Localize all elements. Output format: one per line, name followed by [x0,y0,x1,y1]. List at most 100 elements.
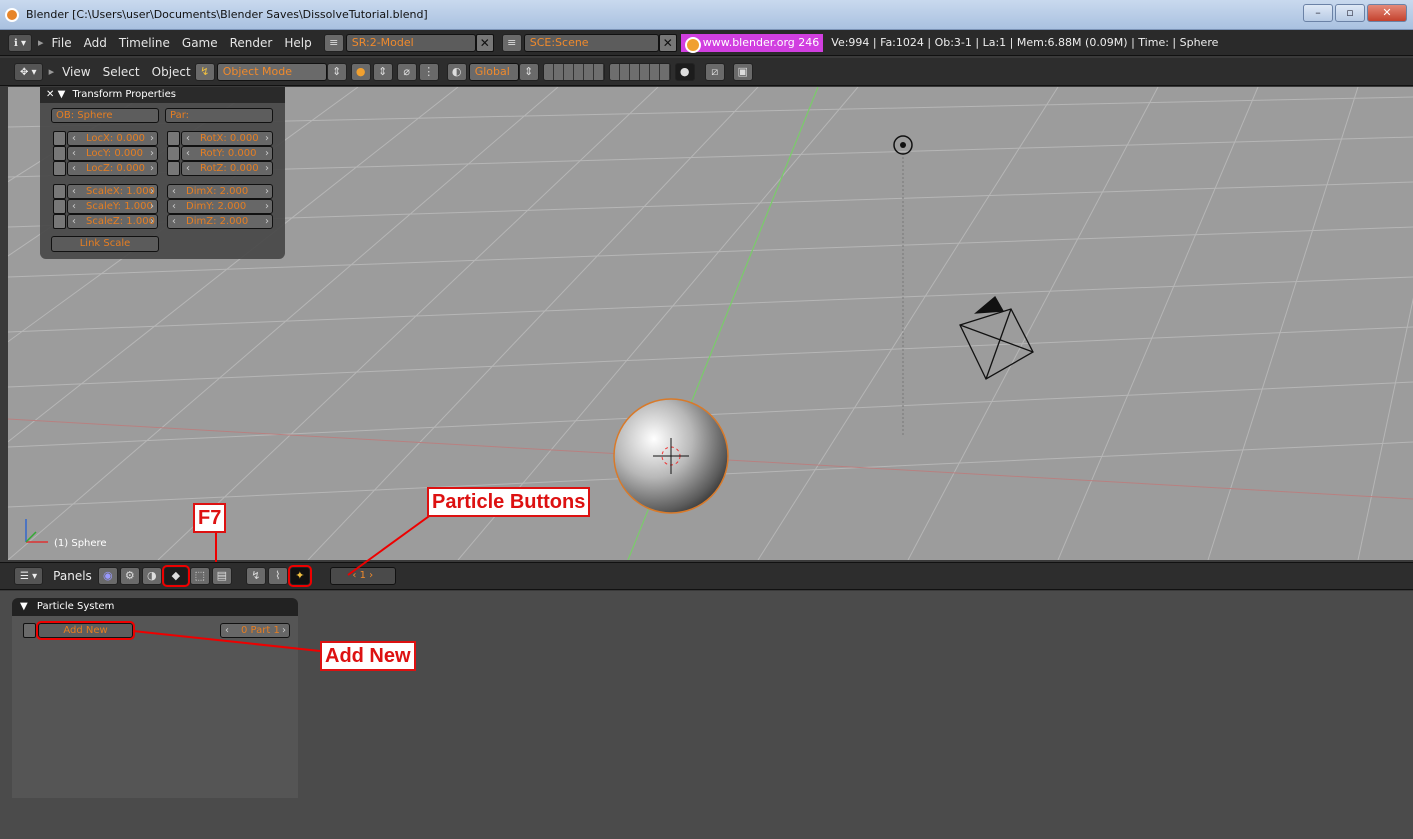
dimy-field[interactable]: DimY: 2.000 [167,199,273,214]
pivot-icon[interactable]: ⇕ [372,62,393,81]
maximize-button[interactable]: ▫ [1335,4,1365,22]
panels-label[interactable]: Panels [53,569,92,583]
menu-file[interactable]: File [52,36,72,50]
layer-buttons-group-1[interactable] [542,62,605,81]
menu-help[interactable]: Help [284,36,311,50]
lamp-object[interactable] [893,135,913,437]
blender-logo-icon [5,8,19,22]
screen-browse-button[interactable]: ≡ [323,33,344,52]
lock-scalex-icon[interactable] [53,184,66,199]
roty-field[interactable]: RotY: 0.000 [181,146,273,161]
parent-field[interactable]: Par: [165,108,273,123]
particle-system-index-field[interactable]: 0 Part 1 [220,623,290,638]
transform-panel-title: Transform Properties [72,89,176,100]
scalez-field[interactable]: ScaleZ: 1.000 [67,214,158,229]
particle-browse-icon[interactable] [23,623,36,638]
frame-value: 1 [359,570,366,581]
scene-browse-button[interactable]: ≡ [501,33,522,52]
rotx-field[interactable]: RotX: 0.000 [181,131,273,146]
collapse-icon[interactable]: ▼ [20,601,28,612]
annotation-f7: F7 [193,503,227,533]
menu-render[interactable]: Render [230,36,273,50]
scene-delete-button[interactable]: ✕ [658,33,677,52]
object-name-field[interactable]: OB: Sphere [51,108,159,123]
editor-type-button[interactable]: ✥ ▾ [14,62,43,81]
orientation-dropdown-icon[interactable]: ⇕ [518,62,539,81]
menu-game[interactable]: Game [182,36,218,50]
camera-object[interactable] [959,296,1034,380]
layer-buttons-group-2[interactable] [608,62,671,81]
minimize-button[interactable]: – [1303,4,1333,22]
lock-rotx-icon[interactable] [167,131,180,146]
lock-scalez-icon[interactable] [53,214,66,229]
scene-context-icon[interactable]: ▤ [211,567,232,585]
dimx-field[interactable]: DimX: 2.000 [167,184,273,199]
annotation-add-new: Add New [320,641,416,671]
axis-gizmo-icon [25,519,48,543]
locz-field[interactable]: LocZ: 0.000 [67,161,158,176]
orientation-select[interactable]: Global [468,62,519,81]
locx-field[interactable]: LocX: 0.000 [67,131,158,146]
active-object-label: (1) Sphere [54,538,107,549]
collapse-icon[interactable]: ▼ [58,89,66,100]
rotz-field[interactable]: RotZ: 0.000 [181,161,273,176]
collapse-arrow-icon[interactable]: ▸ [38,36,44,49]
add-new-particle-button[interactable]: Add New [36,621,135,640]
link-scale-button[interactable]: Link Scale [51,236,159,252]
logic-context-icon[interactable]: ◉ [97,567,118,585]
draw-type-icon[interactable]: ● [350,62,371,81]
locy-field[interactable]: LocY: 0.000 [67,146,158,161]
particle-panel-title: Particle System [36,601,115,612]
lock-rotz-icon[interactable] [167,161,180,176]
object-buttons-icon[interactable]: ↯ [245,567,266,585]
editing-context-icon[interactable]: ⬚ [189,567,210,585]
menu-object[interactable]: Object [152,65,191,79]
window-controls: – ▫ ✕ [1303,4,1407,22]
mode-dropdown-icon[interactable]: ⇕ [326,62,347,81]
buttons-editor-type-button[interactable]: ☰ ▾ [14,567,44,585]
blender-url-link[interactable]: www.blender.org 246 [680,33,824,53]
menu-select[interactable]: Select [103,65,140,79]
lock-scaley-icon[interactable] [53,199,66,214]
screen-delete-button[interactable]: ✕ [475,33,494,52]
physics-buttons-icon[interactable]: ⌇ [267,567,288,585]
shading-context-icon[interactable]: ◑ [141,567,162,585]
particle-buttons-icon[interactable]: ✦ [287,565,312,587]
lock-locy-icon[interactable] [53,146,66,161]
window-title: Blender [C:\Users\user\Documents\Blender… [26,8,428,21]
menu-timeline[interactable]: Timeline [119,36,170,50]
sphere-object[interactable] [613,398,729,514]
scalex-field[interactable]: ScaleX: 1.000 [67,184,158,199]
lock-locx-icon[interactable] [53,131,66,146]
3d-view-header: ✥ ▾ ▸ View Select Object ↯ Object Mode ⇕… [0,58,1413,86]
screen-name-field[interactable]: SR:2-Model [345,33,476,52]
lock-icon[interactable]: ● [674,62,695,81]
window-type-button[interactable]: ℹ ▾ [8,33,32,52]
script-context-icon[interactable]: ⚙ [119,567,140,585]
info-header: ℹ ▾ ▸ File Add Timeline Game Render Help… [0,30,1413,56]
lock-roty-icon[interactable] [167,146,180,161]
close-button[interactable]: ✕ [1367,4,1407,22]
scene-name-field[interactable]: SCE:Scene [523,33,659,52]
close-icon[interactable]: ✕ [46,89,54,100]
image-icon[interactable]: ▣ [732,62,753,81]
scene-stats: Ve:994 | Fa:1024 | Ob:3-1 | La:1 | Mem:6… [831,36,1219,49]
menu-add[interactable]: Add [84,36,107,50]
mode-icon: ↯ [194,62,215,81]
orientation-icon: ◐ [446,62,467,81]
mode-select[interactable]: Object Mode [216,62,327,81]
transform-panel-header[interactable]: ✕ ▼ Transform Properties [40,87,285,103]
annotation-particle-buttons: Particle Buttons [427,487,591,517]
manipulator-options-icon[interactable]: ⋮ [418,62,439,81]
frame-number-field[interactable]: ‹ 1 › [329,567,396,585]
collapse-arrow-icon[interactable]: ▸ [49,65,55,78]
particle-panel-header[interactable]: ▼ Particle System [12,598,298,616]
render-preview-icon[interactable]: ⧄ [704,62,725,81]
scaley-field[interactable]: ScaleY: 1.000 [67,199,158,214]
object-context-f7-icon[interactable]: ◆ [161,565,190,587]
window-titlebar: Blender [C:\Users\user\Documents\Blender… [0,0,1413,30]
dimz-field[interactable]: DimZ: 2.000 [167,214,273,229]
manipulator-icon[interactable]: ⌀ [396,62,417,81]
lock-locz-icon[interactable] [53,161,66,176]
menu-view[interactable]: View [62,65,90,79]
